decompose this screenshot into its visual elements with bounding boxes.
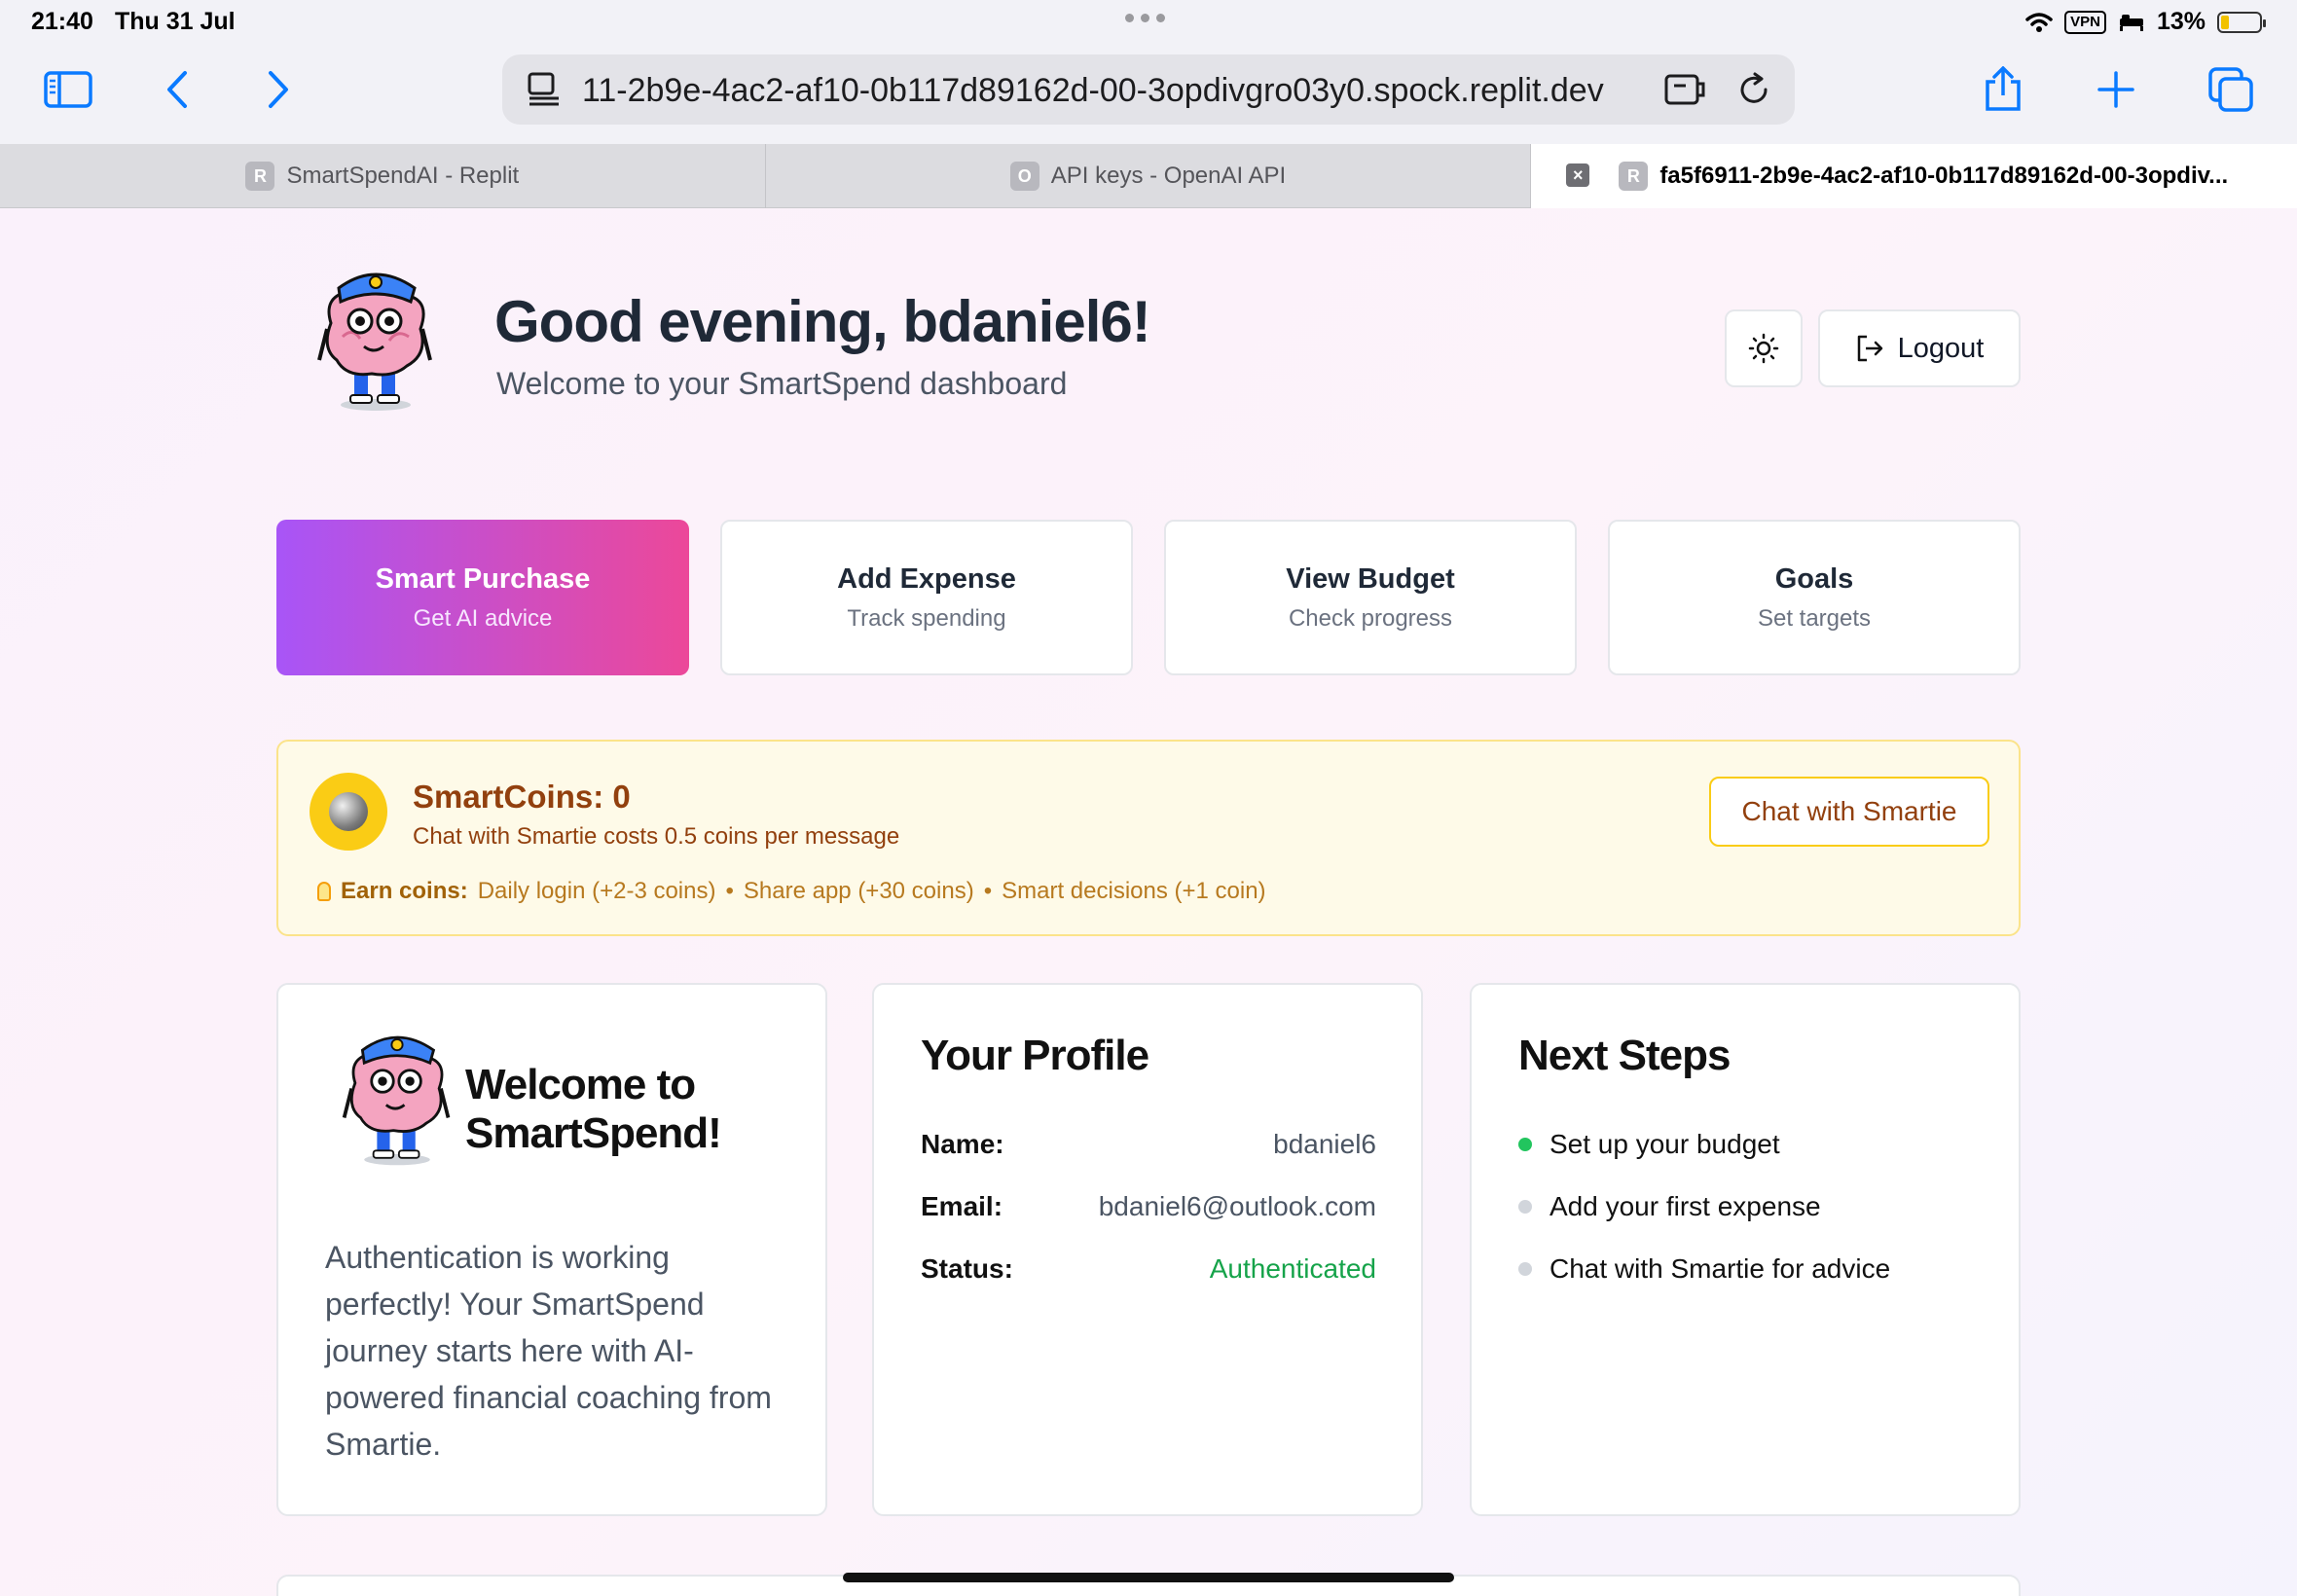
welcome-body: Authentication is working perfectly! You…	[325, 1240, 772, 1462]
extension-icon[interactable]	[1664, 72, 1707, 107]
tab-label: fa5f6911-2b9e-4ac2-af10-0b117d89162d-00-…	[1659, 163, 2229, 189]
earn-item: Daily login (+2-3 coins)	[477, 878, 716, 904]
close-tab-icon[interactable]: ×	[1566, 163, 1590, 187]
forward-icon[interactable]	[251, 62, 306, 117]
tab-openai[interactable]: O API keys - OpenAI API	[766, 144, 1532, 208]
profile-value: bdaniel6@outlook.com	[1098, 1191, 1376, 1221]
back-icon[interactable]	[150, 62, 204, 117]
profile-card: Your Profile Name: bdaniel6 Email: bdani…	[872, 983, 1423, 1516]
chat-with-smartie-button[interactable]: Chat with Smartie	[1709, 777, 1989, 847]
coin-icon	[310, 773, 387, 851]
step-pending-dot	[1518, 1200, 1532, 1214]
dashboard-page: Good evening, bdaniel6! Welcome to your …	[0, 208, 2297, 1596]
goals-button[interactable]: Goals Set targets	[1608, 520, 2021, 675]
replit-favicon-icon: R	[245, 162, 275, 191]
coins-balance: SmartCoins: 0	[413, 779, 631, 815]
action-subtitle: Get AI advice	[413, 604, 553, 632]
profile-key: Status:	[921, 1253, 1013, 1284]
action-subtitle: Track spending	[847, 604, 1006, 632]
step-complete-dot	[1518, 1138, 1532, 1151]
add-expense-button[interactable]: Add Expense Track spending	[720, 520, 1133, 675]
battery-percent: 13%	[2156, 8, 2206, 35]
status-badge: Authenticated	[1209, 1253, 1376, 1284]
multitasking-dots-icon[interactable]	[1125, 14, 1165, 22]
page-title: Good evening, bdaniel6!	[494, 289, 1151, 354]
tab-overview-icon[interactable]	[2204, 62, 2258, 117]
profile-row-email: Email: bdaniel6@outlook.com	[921, 1191, 1376, 1222]
profile-key: Name:	[921, 1129, 1004, 1159]
tab-label: SmartSpendAI - Replit	[286, 163, 520, 189]
view-budget-button[interactable]: View Budget Check progress	[1164, 520, 1577, 675]
tab-label: API keys - OpenAI API	[1050, 163, 1287, 189]
theme-toggle-button[interactable]	[1725, 309, 1803, 387]
action-title: Goals	[1774, 562, 1854, 595]
vpn-badge: VPN	[2064, 10, 2106, 34]
profile-title: Your Profile	[921, 1032, 1149, 1079]
page-menu-icon[interactable]	[528, 72, 561, 107]
smart-purchase-button[interactable]: Smart Purchase Get AI advice	[276, 520, 689, 675]
profile-row-name: Name: bdaniel6	[921, 1129, 1376, 1160]
logout-icon	[1857, 335, 1882, 362]
profile-row-status: Status: Authenticated	[921, 1253, 1376, 1285]
next-step-item: Chat with Smartie for advice	[1518, 1253, 1890, 1285]
openai-favicon-icon: O	[1009, 162, 1039, 191]
earn-label: Earn coins:	[341, 878, 468, 904]
status-time: 21:40	[31, 8, 93, 35]
smartie-mascot-icon	[342, 1035, 451, 1166]
earn-item: Share app (+30 coins)	[743, 878, 974, 904]
step-label: Chat with Smartie for advice	[1550, 1253, 1891, 1284]
action-subtitle: Check progress	[1288, 604, 1453, 632]
logout-button[interactable]: Logout	[1818, 309, 2021, 387]
logout-label: Logout	[1897, 332, 1985, 364]
step-label: Set up your budget	[1550, 1129, 1780, 1159]
new-tab-icon[interactable]	[2089, 62, 2143, 117]
coins-cost-note: Chat with Smartie costs 0.5 coins per me…	[413, 823, 900, 850]
status-bar: 21:40 Thu 31 Jul VPN 13%	[0, 0, 2297, 47]
status-date: Thu 31 Jul	[115, 8, 236, 35]
status-indicators: VPN 13%	[2025, 8, 2266, 36]
step-label: Add your first expense	[1550, 1191, 1821, 1221]
home-indicator[interactable]	[843, 1573, 1454, 1582]
action-subtitle: Set targets	[1757, 604, 1872, 632]
earn-separator: •	[983, 878, 993, 904]
earn-item: Smart decisions (+1 coin)	[1002, 878, 1266, 904]
page-subtitle: Welcome to your SmartSpend dashboard	[496, 366, 1068, 401]
sun-icon	[1748, 333, 1779, 364]
tab-current[interactable]: × R fa5f6911-2b9e-4ac2-af10-0b117d89162d…	[1531, 144, 2297, 208]
replit-favicon-icon: R	[1619, 162, 1649, 191]
next-step-item: Set up your budget	[1518, 1129, 1780, 1160]
share-icon[interactable]	[1976, 62, 2030, 117]
url-text: 11-2b9e-4ac2-af10-0b117d89162d-00-3opdiv…	[582, 72, 1604, 109]
profile-value: bdaniel6	[1273, 1129, 1376, 1159]
smartie-mascot-icon	[317, 272, 432, 411]
profile-key: Email:	[921, 1191, 1003, 1221]
bed-icon	[2119, 14, 2143, 31]
step-pending-dot	[1518, 1262, 1532, 1276]
battery-icon	[2217, 11, 2266, 33]
lightbulb-icon	[317, 882, 331, 901]
address-bar[interactable]: 11-2b9e-4ac2-af10-0b117d89162d-00-3opdiv…	[502, 54, 1795, 125]
earn-coins-info: Earn coins: Daily login (+2-3 coins) • S…	[317, 878, 1266, 905]
action-title: Smart Purchase	[375, 562, 591, 595]
reload-icon[interactable]	[1736, 72, 1771, 107]
next-step-item: Add your first expense	[1518, 1191, 1821, 1222]
next-steps-title: Next Steps	[1518, 1032, 1731, 1079]
browser-toolbar: 11-2b9e-4ac2-af10-0b117d89162d-00-3opdiv…	[0, 47, 2297, 144]
action-title: Add Expense	[837, 562, 1016, 595]
tab-bar: R SmartSpendAI - Replit O API keys - Ope…	[0, 144, 2297, 208]
sidebar-icon[interactable]	[41, 62, 95, 117]
earn-separator: •	[725, 878, 734, 904]
next-steps-card: Next Steps Set up your budget Add your f…	[1470, 983, 2021, 1516]
tab-replit[interactable]: R SmartSpendAI - Replit	[0, 144, 766, 208]
wifi-icon	[2025, 12, 2053, 32]
welcome-title: Welcome to SmartSpend!	[465, 1061, 722, 1157]
welcome-card: Welcome to SmartSpend! Authentication is…	[276, 983, 827, 1516]
action-title: View Budget	[1286, 562, 1455, 595]
smartcoins-banner: SmartCoins: 0 Chat with Smartie costs 0.…	[276, 740, 2021, 936]
